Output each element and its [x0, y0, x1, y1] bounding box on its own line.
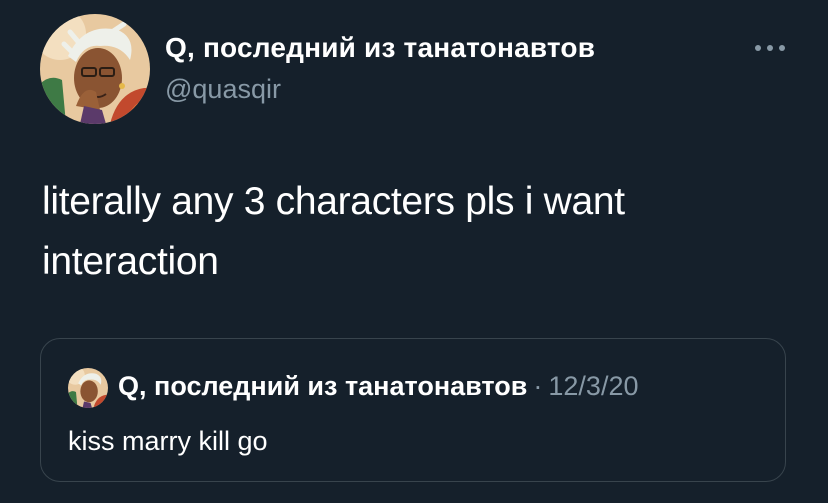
more-options-button[interactable] — [750, 36, 790, 60]
separator-dot: · — [533, 371, 543, 401]
quoted-tweet-header: Q, последний из танатонавтов · 12/3/20 — [118, 371, 638, 402]
more-options-icon — [755, 45, 785, 51]
avatar-illustration-icon — [68, 368, 108, 408]
quoted-tweet-card[interactable]: Q, последний из танатонавтов · 12/3/20 k… — [40, 338, 786, 482]
quoted-tweet-date[interactable]: 12/3/20 — [548, 371, 638, 402]
tweet: Q, последний из танатонавтов @quasqir li… — [0, 0, 828, 503]
quoted-author-display-name[interactable]: Q, последний из танатонавтов — [118, 371, 527, 402]
avatar-illustration-icon — [40, 14, 150, 124]
author-handle[interactable]: @quasqir — [165, 74, 281, 105]
author-avatar[interactable] — [40, 14, 150, 124]
tweet-text: literally any 3 characters pls i want in… — [42, 180, 625, 284]
quoted-tweet-text: kiss marry kill go — [68, 426, 268, 456]
author-display-name[interactable]: Q, последний из танатонавтов — [165, 32, 595, 64]
quoted-author-avatar[interactable] — [68, 368, 108, 408]
